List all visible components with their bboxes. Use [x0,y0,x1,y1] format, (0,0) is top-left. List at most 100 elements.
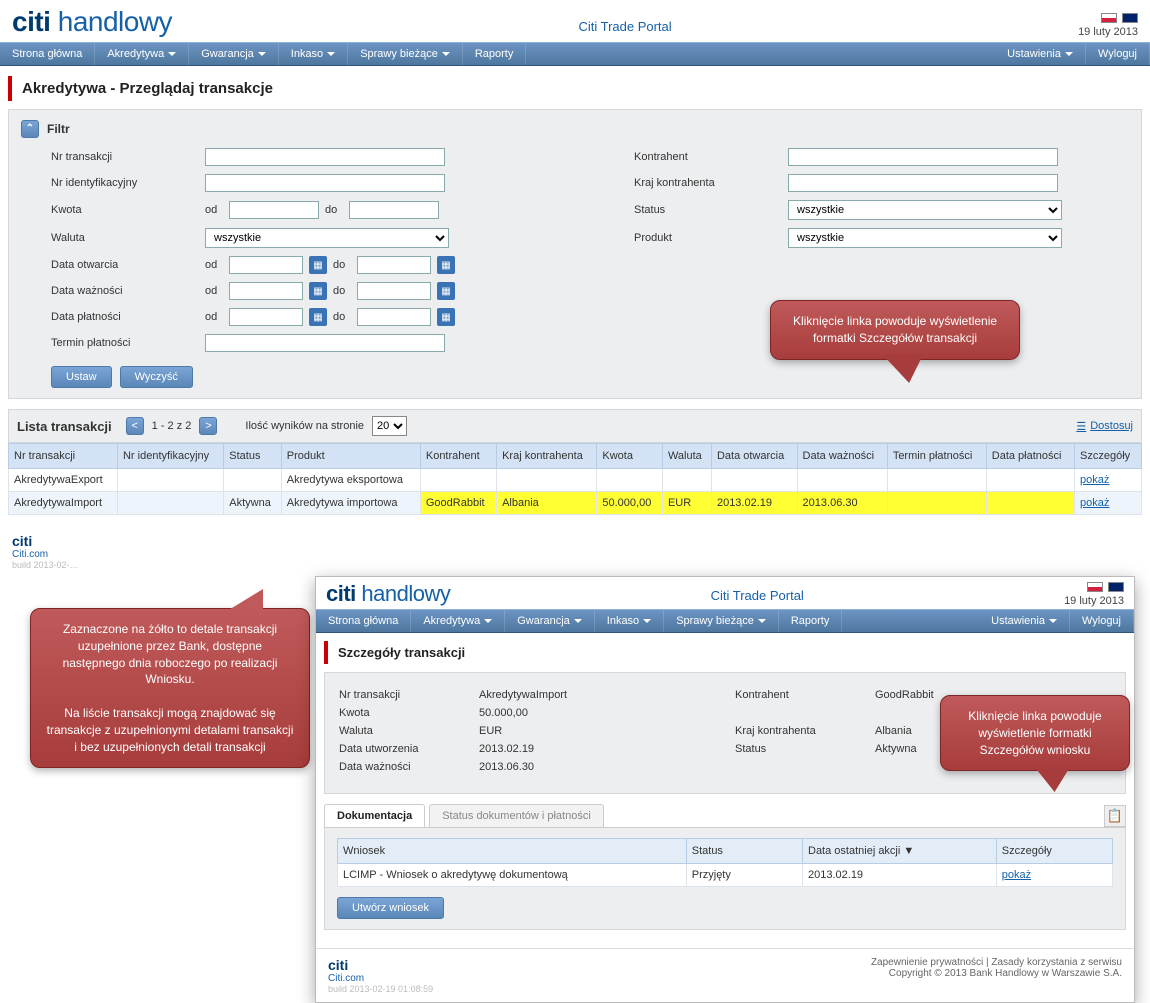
build-info: build 2013-02-19 01:08:59 [328,984,1122,994]
caret-icon [258,52,266,56]
lbl-kwota: Kwota [51,204,191,216]
footer-citi-com[interactable]: Citi.com [12,549,1138,560]
utworz-wniosek-button[interactable]: Utwórz wniosek [337,897,444,919]
page: Akredytywa - Przeglądaj transakcje ⌃ Fil… [0,66,1150,525]
per-page-label: Ilość wyników na stronie [245,420,364,432]
footer-copyright: Copyright © 2013 Bank Handlowy w Warszaw… [871,968,1122,979]
menu-gwarancja[interactable]: Gwarancja [505,610,595,632]
lbl-nr-transakcji: Nr transakcji [51,151,191,163]
input-data-platnosci-od[interactable] [229,308,303,326]
select-status[interactable]: wszystkie [788,200,1062,220]
caret-icon [574,619,582,623]
lbl-data-platnosci: Data płatności [51,311,191,323]
calendar-icon[interactable]: ▦ [437,256,455,274]
lbl-kraj-kontrahenta: Kraj kontrahenta [634,177,774,189]
menu-strona-glowna[interactable]: Strona główna [0,43,95,65]
caret-icon [758,619,766,623]
main-app: citi handlowy Citi Trade Portal 19 luty … [0,0,1150,578]
language-flags [1078,12,1138,24]
inner-date: 19 luty 2013 [1064,595,1124,607]
dostosuj-link[interactable]: ☰Dostosuj [1076,420,1133,433]
pager-prev-button[interactable]: < [126,417,144,435]
menu-sprawy-biezace[interactable]: Sprawy bieżące [348,43,463,65]
callout-details-link: Kliknięcie linka powoduje wyświetlenie f… [770,300,1020,360]
menu-raporty[interactable]: Raporty [463,43,527,65]
lbl-data-waznosci: Data ważności [51,285,191,297]
input-kwota-do[interactable] [349,201,439,219]
flag-pl-icon[interactable] [1101,13,1117,23]
inner-footer: Zapewnienie prywatności | Zasady korzyst… [316,948,1134,1002]
select-produkt[interactable]: wszystkie [788,228,1062,248]
logo: citi handlowy [12,6,172,38]
calendar-icon[interactable]: ▦ [309,282,327,300]
inner-menubar: Strona główna Akredytywa Gwarancja Inkas… [316,609,1134,633]
pager-info: 1 - 2 z 2 [152,420,192,432]
caret-icon [1065,52,1073,56]
footer-legal-links[interactable]: Zapewnienie prywatności | Zasady korzyst… [871,957,1122,968]
calendar-icon[interactable]: ▦ [437,308,455,326]
caret-icon [484,619,492,623]
menu-gwarancja[interactable]: Gwarancja [189,43,279,65]
logo-citi: citi [12,6,50,37]
callout-yellow-details: Zaznaczone na żółto to detale transakcji… [30,608,310,768]
tab-dokumentacja[interactable]: Dokumentacja [324,804,425,827]
input-kraj-kontrahenta[interactable] [788,174,1058,192]
menubar: Strona główna Akredytywa Gwarancja Inkas… [0,42,1150,66]
tab-status-dokumentow[interactable]: Status dokumentów i płatności [429,804,604,827]
input-data-otwarcia-od[interactable] [229,256,303,274]
header: citi handlowy Citi Trade Portal 19 luty … [0,0,1150,42]
menu-akredytywa[interactable]: Akredytywa [95,43,189,65]
calendar-icon[interactable]: ▦ [309,256,327,274]
flag-gb-icon[interactable] [1108,582,1124,592]
filter-header: ⌃ Filtr [21,120,1129,138]
header-right: 19 luty 2013 [1078,12,1138,38]
wyczysc-button[interactable]: Wyczyść [120,366,193,388]
pager-next-button[interactable]: > [199,417,217,435]
input-nr-ident[interactable] [205,174,445,192]
menu-ustawienia[interactable]: Ustawienia [979,610,1070,632]
menu-inkaso[interactable]: Inkaso [595,610,664,632]
pokaz-link[interactable]: pokaż [1080,497,1109,509]
menu-sprawy-biezace[interactable]: Sprawy bieżące [664,610,779,632]
calendar-icon[interactable]: ▦ [309,308,327,326]
lbl-waluta: Waluta [51,232,191,244]
input-nr-transakcji[interactable] [205,148,445,166]
callout-wniosek-link: Kliknięcie linka powoduje wyświetlenie f… [940,695,1130,771]
transactions-table: Nr transakcji Nr identyfikacyjny Status … [8,443,1142,515]
input-data-otwarcia-do[interactable] [357,256,431,274]
menu-ustawienia[interactable]: Ustawienia [995,43,1086,65]
lbl-nr-ident: Nr identyfikacyjny [51,177,191,189]
menu-wyloguj[interactable]: Wyloguj [1086,43,1150,65]
documents-panel: Wniosek Status Data ostatniej akcji ▼ Sz… [324,828,1126,930]
input-data-waznosci-od[interactable] [229,282,303,300]
input-data-waznosci-do[interactable] [357,282,431,300]
flag-pl-icon[interactable] [1087,582,1103,592]
menu-strona-glowna[interactable]: Strona główna [316,610,411,632]
page-title: Akredytywa - Przeglądaj transakcje [8,76,1142,101]
tabs: Dokumentacja Status dokumentów i płatnoś… [324,804,1126,828]
calendar-icon[interactable]: ▦ [437,282,455,300]
inner-header-right: 19 luty 2013 [1064,581,1124,607]
flag-gb-icon[interactable] [1122,13,1138,23]
inner-header: citi handlowy Citi Trade Portal 19 luty … [316,577,1134,609]
menu-inkaso[interactable]: Inkaso [279,43,348,65]
pokaz-link[interactable]: pokaż [1080,474,1109,486]
lbl-status: Status [634,204,774,216]
input-data-platnosci-do[interactable] [357,308,431,326]
menu-raporty[interactable]: Raporty [779,610,843,632]
menu-wyloguj[interactable]: Wyloguj [1070,610,1134,632]
ustaw-button[interactable]: Ustaw [51,366,112,388]
table-row: AkredytywaImport Aktywna Akredytywa impo… [9,492,1142,515]
clipboard-icon[interactable]: 📋 [1104,805,1126,827]
caret-icon [643,619,651,623]
collapse-icon[interactable]: ⌃ [21,120,39,138]
input-kontrahent[interactable] [788,148,1058,166]
pokaz-link[interactable]: pokaż [1002,869,1031,881]
select-waluta[interactable]: wszystkie [205,228,449,248]
menu-akredytywa[interactable]: Akredytywa [411,610,505,632]
per-page-select[interactable]: 20 [372,416,407,436]
input-kwota-od[interactable] [229,201,319,219]
input-termin-platnosci[interactable] [205,334,445,352]
table-row: AkredytywaExport Akredytywa eksportowa p… [9,469,1142,492]
documents-table: Wniosek Status Data ostatniej akcji ▼ Sz… [337,838,1113,887]
